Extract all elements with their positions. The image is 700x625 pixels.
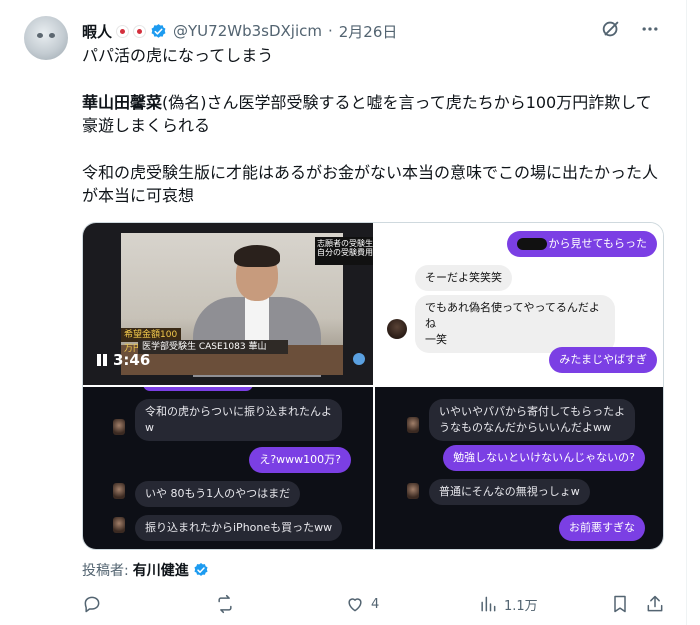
views-button[interactable]: 1.1万 (478, 592, 538, 616)
chat-bubble-sent: え?www100万? (249, 447, 351, 473)
sender-avatar (407, 417, 419, 433)
share-icon (647, 595, 663, 612)
pause-icon[interactable] (95, 353, 109, 367)
sender-avatar (113, 419, 125, 435)
video-caption-strip: 医学部受験生 CASE1083 華山 (138, 340, 288, 354)
redaction-mark (516, 238, 547, 250)
chat-bubble-received: そーだよ笑笑笑 (415, 265, 512, 291)
highlighted-name: 華山田馨菜 (82, 93, 163, 112)
video-duration: 3:46 (113, 351, 151, 369)
like-button[interactable]: 4 (345, 592, 379, 616)
media-grid: 希望金額100万円 医学部受験生 CASE1083 華山 志願者の受験生 自分の… (82, 222, 664, 550)
tweet-text-line1: パパ活の虎になってしまう (82, 46, 274, 65)
person-hair (234, 245, 280, 267)
poster-name[interactable]: 有川健進 (133, 560, 189, 580)
sender-avatar (113, 517, 125, 533)
jp-flag-icon (133, 24, 147, 38)
reply-button[interactable] (82, 592, 108, 616)
share-button[interactable] (645, 592, 665, 616)
sender-avatar (387, 319, 407, 339)
chat-screenshot-top-right[interactable]: から見せてもらった そーだよ笑笑笑 でもあれ偽名使ってやってるんだよね 一笑 み… (375, 223, 663, 385)
tweet-text-para2: 華山田馨菜(偽名)さん医学部受験すると嘘を言って虎たちから100万円詐欺して豪遊… (82, 91, 667, 137)
chat-bubble-received: 振り込まれたからiPhoneも買ったww (135, 515, 343, 541)
poster-label: 投稿者: (82, 563, 129, 579)
verified-badge-icon (194, 563, 208, 576)
chat-bubble-received: 令和の虎からついに振り込まれたんよ w (135, 399, 342, 441)
chat-screenshot-bottom-left[interactable]: 令和の虎からついに振り込まれたんよ w え?www100万? いや 80もう1人… (83, 387, 373, 549)
video-player[interactable]: 希望金額100万円 医学部受験生 CASE1083 華山 志願者の受験生 自分の… (83, 223, 373, 385)
tweet-header: 暇人 @YU72Wb3sDXjicm · 2月26日 (82, 20, 397, 42)
channel-logo-icon (353, 353, 365, 365)
sender-avatar (113, 483, 125, 499)
tweet-date[interactable]: 2月26日 (339, 21, 398, 42)
retweet-icon (218, 594, 232, 614)
author-avatar[interactable] (24, 16, 68, 60)
like-count: 4 (371, 596, 380, 612)
bookmark-button[interactable] (610, 592, 630, 616)
chat-screenshot-bottom-right[interactable]: いやいやパパから寄付してもらったよ うなものなんだからいいんだよww 勉強しない… (375, 387, 663, 549)
chat-bubble-received: いや 80もう1人のやつはまだ (135, 481, 301, 507)
heart-icon (348, 598, 362, 612)
video-controls: 3:46 (95, 351, 150, 369)
avatar-eye-icon (37, 33, 43, 38)
views-count: 1.1万 (504, 598, 538, 614)
views-chart-icon (481, 596, 496, 612)
separator-dot: · (327, 22, 333, 40)
retweet-button[interactable] (215, 592, 241, 616)
bookmark-icon (614, 595, 626, 613)
author-name[interactable]: 暇人 (82, 21, 112, 42)
poster-attribution: 投稿者: 有川健進 (82, 560, 209, 580)
more-options-icon[interactable] (640, 19, 660, 39)
sender-avatar (407, 483, 419, 499)
chat-bubble-sent: みたまじやばすぎ (549, 347, 657, 373)
tweet-text-para2-rest: (偽名)さん医学部受験すると嘘を言って虎たちから100万円詐欺して豪遊しまくられ… (82, 93, 652, 135)
jp-flag-icon (116, 24, 130, 38)
author-handle[interactable]: @YU72Wb3sDXjicm (173, 22, 322, 40)
verified-badge-icon[interactable] (150, 23, 167, 40)
video-label-box: 志願者の受験生 自分の受験費用 (315, 237, 373, 265)
chat-bubble-sent: お前悪すぎな (559, 515, 645, 541)
tweet-text-para3: 令和の虎受験生版に才能はあるがお金がない本当の意味でこの場に出たかった人が本当に… (82, 163, 659, 205)
chat-bubble-sent: から見せてもらった (506, 231, 657, 257)
top-actions (600, 18, 660, 40)
chat-bubble-sent: 勉強しないといけないんじゃないの? (443, 445, 645, 471)
chat-bubble-sent-cutoff (143, 387, 253, 391)
grok-icon[interactable] (600, 18, 622, 40)
reply-icon (84, 596, 100, 613)
avatar-eye-icon (49, 33, 55, 38)
tweet-actions: 4 1.1万 (82, 592, 667, 616)
chat-bubble-received: でもあれ偽名使ってやってるんだよね 一笑 (415, 295, 615, 353)
column-divider (686, 0, 687, 625)
chat-bubble-received: いやいやパパから寄付してもらったよ うなものなんだからいいんだよww (429, 399, 636, 441)
chat-bubble-received: 普通にそんなの無視っしょw (429, 479, 590, 505)
tweet-body: パパ活の虎になってしまう 華山田馨菜(偽名)さん医学部受験すると嘘を言って虎たち… (82, 44, 667, 207)
